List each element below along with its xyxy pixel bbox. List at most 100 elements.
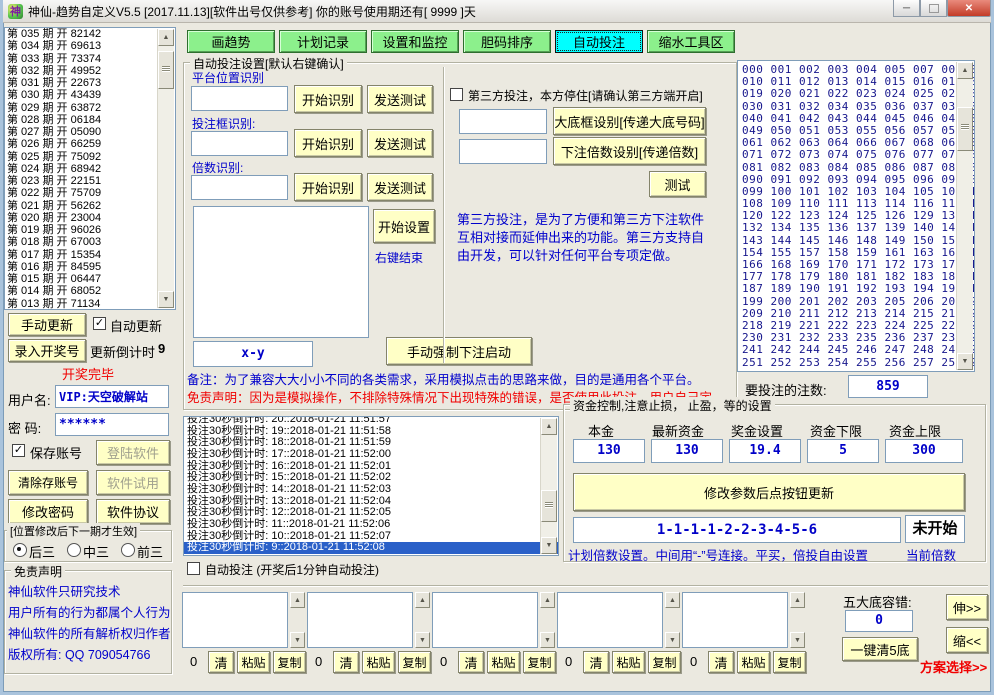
scroll-up-icon[interactable]: ▲ xyxy=(665,592,680,608)
scroll-up-icon[interactable]: ▲ xyxy=(290,592,305,608)
save-account-checkbox[interactable]: ✓ xyxy=(12,444,25,457)
list-item[interactable]: 投注30秒倒计时: 17::2018-01-21 11:52:00 xyxy=(184,449,558,461)
funds-cap-input[interactable]: 300 xyxy=(885,439,963,463)
scroll-down-icon[interactable]: ▼ xyxy=(158,291,174,308)
tab-settings-monitor[interactable]: 设置和监控 xyxy=(371,30,459,53)
close-button[interactable]: ✕ xyxy=(947,0,991,17)
list-item[interactable]: 第 016 期 开 84595 xyxy=(5,261,175,273)
paste-button[interactable]: 粘贴 xyxy=(487,651,520,673)
test-button[interactable]: 测试 xyxy=(649,171,706,197)
multiple-input[interactable] xyxy=(191,175,288,200)
scroll-down-icon[interactable]: ▼ xyxy=(957,353,973,370)
scroll-up-icon[interactable]: ▲ xyxy=(158,29,174,46)
bet-numbers-listbox[interactable]: 000 001 002 003 004 005 007 008 009010 0… xyxy=(737,60,975,372)
base-box-5[interactable] xyxy=(682,592,788,648)
scroll-up-icon[interactable]: ▲ xyxy=(957,62,973,79)
radio-last-three[interactable] xyxy=(13,543,27,557)
list-item[interactable]: 第 033 期 开 73374 xyxy=(5,53,175,65)
manual-update-button[interactable]: 手动更新 xyxy=(8,313,86,336)
bet-multiple-button[interactable]: 下注倍数设别[传递倍数] xyxy=(553,137,706,165)
list-item[interactable]: 第 026 期 开 66259 xyxy=(5,138,175,150)
tab-shrink-tools[interactable]: 缩水工具区 xyxy=(647,30,735,53)
scroll-down-icon[interactable]: ▼ xyxy=(665,632,680,648)
platform-position-input[interactable] xyxy=(191,86,288,111)
list-item[interactable]: 第 034 期 开 69613 xyxy=(5,40,175,52)
auto-bet-after-draw-checkbox[interactable] xyxy=(187,562,200,575)
principal-input[interactable]: 130 xyxy=(573,439,645,463)
plan-multiple-input[interactable]: 1-1-1-1-2-2-3-4-5-6 xyxy=(573,517,901,543)
copy-button[interactable]: 复制 xyxy=(648,651,681,673)
base-box-4[interactable] xyxy=(557,592,663,648)
list-item[interactable]: 第 024 期 开 68942 xyxy=(5,163,175,175)
bet-count-input[interactable]: 859 xyxy=(848,375,928,398)
start-recognize-button-1[interactable]: 开始识别 xyxy=(294,85,362,113)
third-party-checkbox[interactable] xyxy=(450,88,463,101)
fault-tolerance-input[interactable]: 0 xyxy=(845,610,913,632)
list-item[interactable]: 第 027 期 开 05090 xyxy=(5,126,175,138)
trial-button[interactable]: 软件试用 xyxy=(96,470,170,495)
list-item[interactable]: 投注30秒倒计时: 14::2018-01-21 11:52:03 xyxy=(184,484,558,496)
scroll-up-icon[interactable]: ▲ xyxy=(541,418,557,435)
list-item[interactable]: 第 023 期 开 22151 xyxy=(5,175,175,187)
copy-button[interactable]: 复制 xyxy=(398,651,431,673)
copy-button[interactable]: 复制 xyxy=(773,651,806,673)
funds-floor-input[interactable]: 5 xyxy=(807,439,879,463)
tab-auto-bet[interactable]: 自动投注 xyxy=(555,30,643,53)
login-button[interactable]: 登陆软件 xyxy=(96,440,170,465)
list-item[interactable]: 第 022 期 开 75709 xyxy=(5,187,175,199)
list-item[interactable]: 第 035 期 开 82142 xyxy=(5,28,175,40)
base-box-2[interactable] xyxy=(307,592,413,648)
list-item[interactable]: 第 019 期 开 96026 xyxy=(5,224,175,236)
radio-middle-three[interactable] xyxy=(67,543,81,557)
send-test-button-2[interactable]: 发送测试 xyxy=(367,129,433,157)
base-box-scrollbar[interactable]: ▲▼ xyxy=(790,592,805,648)
paste-button[interactable]: 粘贴 xyxy=(737,651,770,673)
list-item[interactable]: 第 015 期 开 06447 xyxy=(5,273,175,285)
base-frame-button[interactable]: 大底框设别[传递大底号码] xyxy=(553,107,706,135)
enter-draw-number-button[interactable]: 录入开奖号 xyxy=(8,339,86,362)
list-item[interactable]: 第 018 期 开 67003 xyxy=(5,236,175,248)
base-box-3[interactable] xyxy=(432,592,538,648)
update-params-button[interactable]: 修改参数后点按钮更新 xyxy=(573,473,965,511)
maximize-button[interactable] xyxy=(920,0,947,17)
base-box-scrollbar[interactable]: ▲▼ xyxy=(290,592,305,648)
tab-code-sort[interactable]: 胆码排序 xyxy=(463,30,551,53)
clear-button[interactable]: 清 xyxy=(583,651,609,673)
prize-setting-input[interactable]: 19.4 xyxy=(729,439,801,463)
send-test-button-1[interactable]: 发送测试 xyxy=(367,85,433,113)
tab-draw-trend[interactable]: 画趋势 xyxy=(187,30,275,53)
radio-front-three[interactable] xyxy=(121,543,135,557)
numbers-scrollbar[interactable]: ▲ ▼ xyxy=(956,62,973,370)
clear-button[interactable]: 清 xyxy=(208,651,234,673)
username-input[interactable] xyxy=(55,385,169,408)
base-box-scrollbar[interactable]: ▲▼ xyxy=(540,592,555,648)
expand-button[interactable]: 伸>> xyxy=(946,594,988,620)
clear-button[interactable]: 清 xyxy=(458,651,484,673)
scroll-down-icon[interactable]: ▼ xyxy=(540,632,555,648)
scroll-down-icon[interactable]: ▼ xyxy=(415,632,430,648)
paste-button[interactable]: 粘贴 xyxy=(362,651,395,673)
third-party-base-input[interactable] xyxy=(459,109,547,134)
scroll-thumb[interactable] xyxy=(158,51,174,89)
paste-button[interactable]: 粘贴 xyxy=(237,651,270,673)
list-item[interactable]: 第 028 期 开 06184 xyxy=(5,114,175,126)
list-item[interactable]: 投注30秒倒计时: 11::2018-01-21 11:52:06 xyxy=(184,519,558,531)
start-recognize-button-2[interactable]: 开始识别 xyxy=(294,129,362,157)
scroll-thumb[interactable] xyxy=(541,490,557,522)
list-item[interactable]: 第 017 期 开 15354 xyxy=(5,249,175,261)
start-setup-button[interactable]: 开始设置 xyxy=(373,209,435,243)
minimize-button[interactable]: ─ xyxy=(893,0,920,17)
xy-coordinate-box[interactable]: x-y xyxy=(193,341,313,367)
list-item[interactable]: 第 025 期 开 75092 xyxy=(5,151,175,163)
password-input[interactable] xyxy=(55,413,169,436)
start-recognize-button-3[interactable]: 开始识别 xyxy=(294,173,362,201)
clear-button[interactable]: 清 xyxy=(333,651,359,673)
plan-select-link[interactable]: 方案选择>> xyxy=(920,657,987,676)
clear-account-button[interactable]: 清除存账号 xyxy=(8,470,88,495)
list-item[interactable]: 第 032 期 开 49952 xyxy=(5,65,175,77)
change-password-button[interactable]: 修改密码 xyxy=(8,499,88,524)
scroll-up-icon[interactable]: ▲ xyxy=(790,592,805,608)
copy-button[interactable]: 复制 xyxy=(523,651,556,673)
scroll-down-icon[interactable]: ▼ xyxy=(290,632,305,648)
position-preview-box[interactable] xyxy=(193,206,369,338)
